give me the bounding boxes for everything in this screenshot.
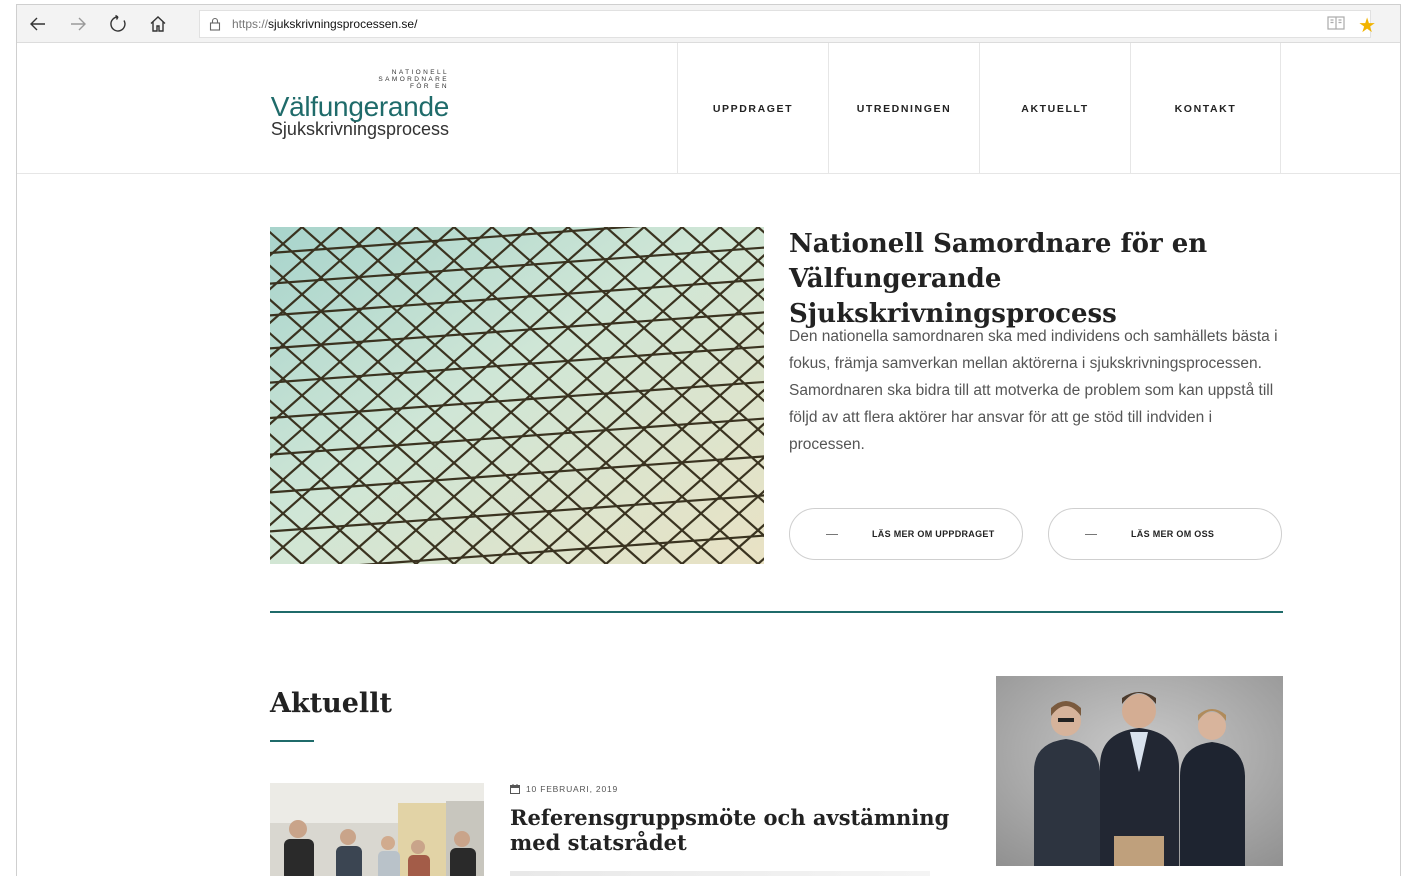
url-protocol: https:// (232, 17, 269, 31)
news-date: 10 FEBRUARI, 2019 (510, 784, 618, 794)
site-header: NATIONELL SAMORDNARE FÖR EN Välfungerand… (17, 43, 1400, 174)
nav-item-kontakt[interactable]: KONTAKT (1130, 43, 1281, 174)
hero-image-glass-roof (270, 227, 764, 564)
section-divider (270, 611, 1283, 613)
url-host: sjukskrivningsprocessen.se/ (268, 17, 418, 31)
logo-sub-text: Sjukskrivningsprocess (270, 119, 449, 139)
dash-icon (826, 533, 838, 535)
section-title-underline (270, 740, 314, 742)
reading-view-icon[interactable] (1326, 13, 1346, 38)
read-more-oss-label: LÄS MER OM OSS (1131, 529, 1215, 539)
main-navigation: UPPDRAGET UTREDNINGEN AKTUELLT KONTAKT (677, 43, 1281, 174)
address-bar[interactable]: https://sjukskrivningsprocessen.se/ (199, 10, 1371, 38)
nav-item-utredningen[interactable]: UTREDNINGEN (828, 43, 979, 174)
refresh-icon[interactable] (103, 11, 133, 37)
back-icon[interactable] (23, 11, 53, 37)
browser-window: https://sjukskrivningsprocessen.se/ ★ NA… (16, 4, 1401, 876)
nav-item-aktuellt[interactable]: AKTUELLT (979, 43, 1130, 174)
home-icon[interactable] (143, 11, 173, 37)
logo-line-3: FÖR EN (410, 83, 449, 90)
read-more-uppdraget-label: LÄS MER OM UPPDRAGET (872, 529, 995, 539)
news-title-link[interactable]: Referensgruppsmöte och avstämning med st… (510, 805, 950, 855)
lock-icon (209, 17, 221, 31)
section-title-aktuellt: Aktuellt (270, 688, 392, 719)
browser-toolbar: https://sjukskrivningsprocessen.se/ ★ (17, 5, 1400, 43)
forward-icon[interactable] (63, 11, 93, 37)
news-excerpt-cutoff (510, 871, 930, 876)
logo-line-2: SAMORDNARE (378, 76, 449, 83)
site-logo[interactable]: NATIONELL SAMORDNARE FÖR EN Välfungerand… (267, 69, 450, 139)
team-photo (996, 676, 1283, 866)
calendar-icon (510, 784, 520, 794)
hero-description: Den nationella samordnaren ska med indiv… (789, 328, 1278, 453)
logo-line-1: NATIONELL (391, 69, 449, 76)
read-more-uppdraget-button[interactable]: LÄS MER OM UPPDRAGET (789, 508, 1023, 560)
dash-icon (1085, 533, 1097, 535)
logo-main-text: Välfungerande (270, 91, 450, 122)
favorite-star-icon[interactable]: ★ (1358, 16, 1376, 36)
nav-item-uppdraget[interactable]: UPPDRAGET (677, 43, 828, 174)
news-date-text: 10 FEBRUARI, 2019 (526, 784, 619, 794)
hero-title: Nationell Samordnare för en Välfungerand… (789, 229, 1208, 329)
read-more-oss-button[interactable]: LÄS MER OM OSS (1048, 508, 1282, 560)
news-thumbnail-group-photo[interactable] (270, 783, 484, 876)
